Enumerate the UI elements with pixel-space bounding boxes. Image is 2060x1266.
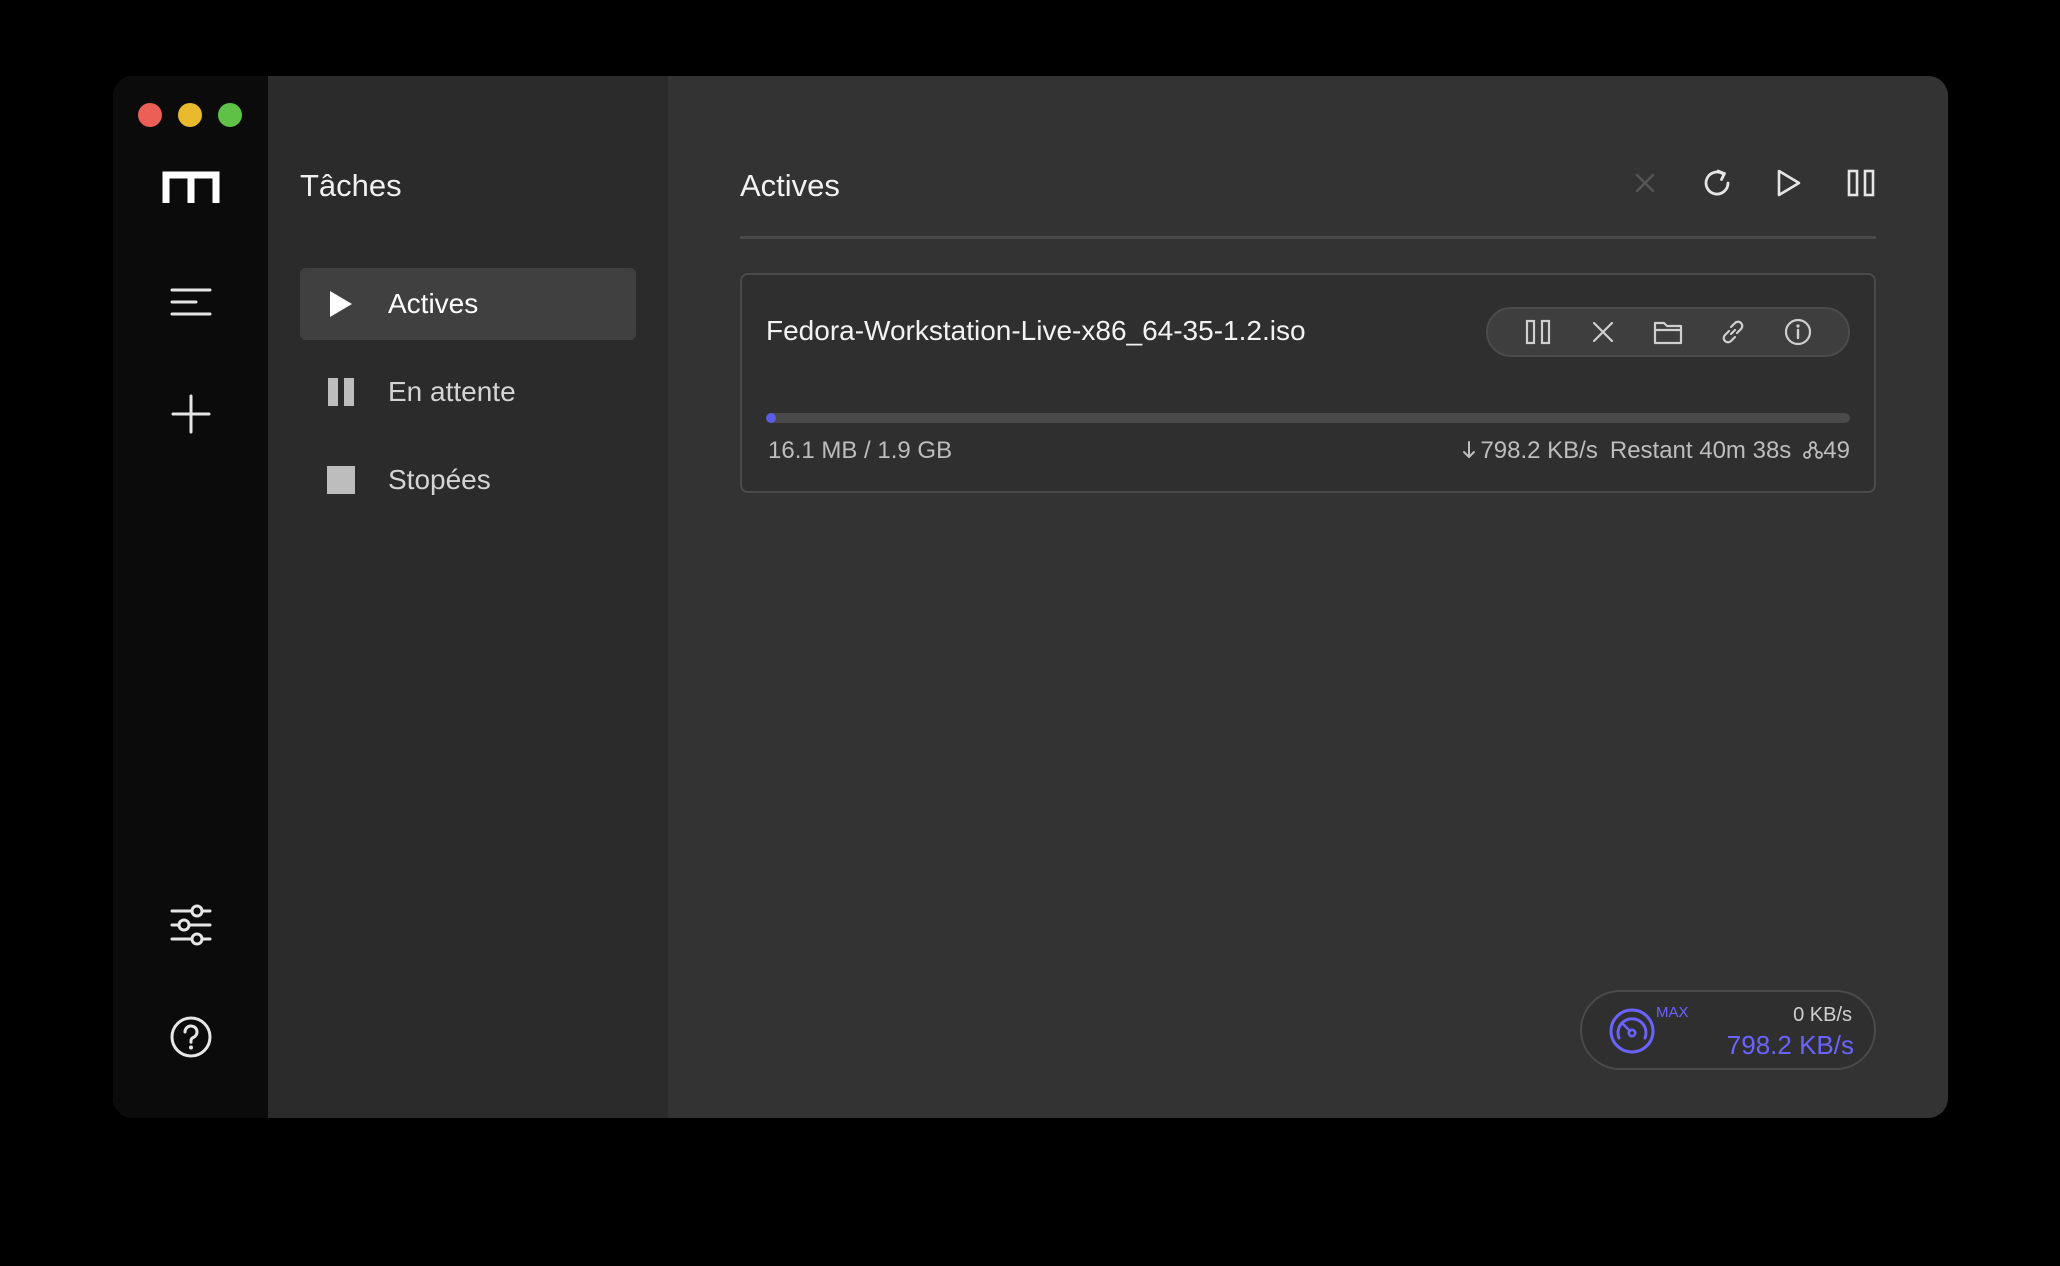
sidebar-item-label: Stopées [388, 464, 491, 495]
time-remaining: Restant 40m 38s [1609, 437, 1792, 464]
preferences-button[interactable] [113, 902, 268, 948]
task-info-button[interactable] [1783, 317, 1813, 347]
refresh-button[interactable] [1700, 166, 1734, 200]
refresh-icon [1704, 169, 1730, 196]
link-icon [1722, 320, 1744, 344]
window-close-button[interactable] [138, 103, 162, 127]
task-meta: 798.2 KB/s Restant 40m 38s 49 [1462, 437, 1850, 465]
connections-icon [1803, 441, 1824, 459]
sliders-icon [170, 904, 211, 946]
connections: 49 [1803, 437, 1850, 465]
upload-speed: 0 KB/s [1793, 1004, 1852, 1026]
sidebar-item-label: Actives [388, 288, 479, 319]
task-sidebar: Tâches Actives En attente Stopées [268, 76, 668, 1118]
task-name: Fedora-Workstation-Live-x86_64-35-1.2.is… [766, 315, 1306, 346]
download-speed: 798.2 KB/s [1462, 437, 1598, 465]
task-progress-bar [766, 413, 1850, 423]
pause-icon [1847, 169, 1875, 197]
pause-icon [326, 377, 356, 407]
window-minimize-button[interactable] [178, 103, 202, 127]
help-icon [170, 1016, 211, 1058]
play-icon [326, 289, 356, 319]
resume-all-button[interactable] [1772, 166, 1806, 200]
task-open-folder-button[interactable] [1653, 317, 1683, 347]
delete-all-button[interactable] [1628, 166, 1662, 200]
connections-count: 49 [1823, 437, 1850, 464]
close-icon [1593, 321, 1614, 343]
speedometer-icon [1609, 1008, 1655, 1054]
sidebar-item-label: En attente [388, 376, 516, 407]
pause-icon [1526, 319, 1551, 345]
sidebar-item-active[interactable]: Actives [300, 268, 636, 340]
folder-icon [1653, 321, 1683, 345]
task-actions [1486, 307, 1850, 357]
download-speed-total: 798.2 KB/s [1726, 1030, 1854, 1060]
info-icon [1784, 318, 1811, 346]
app-window: Tâches Actives En attente Stopées Active… [113, 76, 1948, 1118]
main-panel: Actives Fedora-Workstation-Live-x86_64-3… [668, 76, 1948, 1118]
task-copy-link-button[interactable] [1718, 317, 1748, 347]
header-divider [740, 236, 1876, 239]
sidebar-title: Tâches [300, 168, 402, 203]
icon-rail [113, 76, 268, 1118]
speed-max-label: MAX [1656, 1004, 1689, 1021]
pause-all-button[interactable] [1844, 166, 1878, 200]
plus-icon [171, 394, 210, 434]
download-speed-value: 798.2 KB/s [1480, 437, 1598, 464]
page-title: Actives [740, 168, 840, 203]
toolbar [1628, 166, 1878, 200]
logo-icon [113, 168, 268, 208]
stop-icon [326, 465, 356, 495]
sidebar-item-stopped[interactable]: Stopées [300, 444, 636, 516]
play-icon [1777, 169, 1801, 197]
help-button[interactable] [113, 1014, 268, 1060]
window-controls [138, 103, 242, 127]
task-pause-button[interactable] [1523, 317, 1553, 347]
sidebar-item-waiting[interactable]: En attente [300, 356, 636, 428]
speedometer[interactable]: MAX 0 KB/s 798.2 KB/s [1580, 990, 1876, 1070]
task-size: 16.1 MB / 1.9 GB [768, 437, 953, 464]
task-item[interactable]: Fedora-Workstation-Live-x86_64-35-1.2.is… [740, 273, 1876, 493]
window-maximize-button[interactable] [218, 103, 242, 127]
close-icon [1635, 173, 1655, 193]
add-task-button[interactable] [113, 392, 268, 436]
task-progress-fill [766, 413, 776, 423]
arrow-down-icon [1463, 441, 1476, 458]
menu-icon[interactable] [113, 282, 268, 322]
task-delete-button[interactable] [1588, 317, 1618, 347]
